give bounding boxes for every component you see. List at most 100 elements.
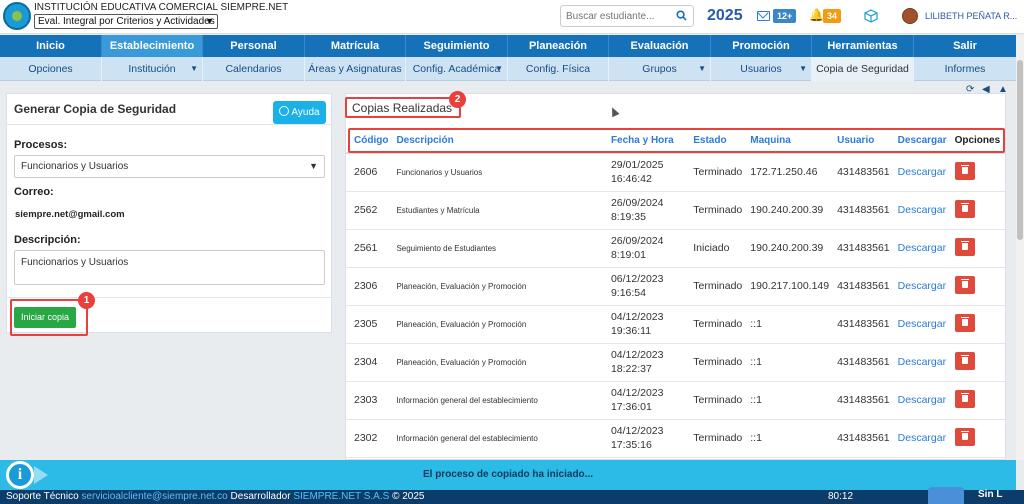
info-arrow-icon bbox=[34, 466, 48, 484]
nav-inicio[interactable]: Inicio bbox=[0, 35, 102, 57]
download-link[interactable]: Descargar bbox=[898, 356, 946, 368]
cell-fecha-hora: 04/12/2023 18:22:37 bbox=[602, 343, 686, 382]
user-avatar[interactable] bbox=[902, 8, 918, 24]
delete-button[interactable] bbox=[954, 313, 975, 332]
developer-label: Desarrollador bbox=[230, 491, 291, 502]
nav-promocion[interactable]: Promoción bbox=[711, 35, 812, 57]
nav-establecimiento[interactable]: Establecimiento bbox=[102, 35, 203, 57]
nav-herramientas[interactable]: Herramientas bbox=[812, 35, 914, 57]
delete-button[interactable] bbox=[954, 389, 975, 408]
subnav-label: Áreas y Asignaturas bbox=[308, 63, 402, 75]
subnav-calendarios[interactable]: Calendarios bbox=[203, 57, 305, 81]
student-search[interactable] bbox=[560, 5, 694, 27]
cell-maquina: 190.240.200.39 bbox=[742, 229, 830, 268]
subnav-copia-seguridad[interactable]: Copia de Seguridad bbox=[812, 57, 914, 81]
cell-descargar: Descargar bbox=[889, 305, 947, 344]
cell-codigo: 2562 bbox=[346, 191, 389, 230]
academic-year[interactable]: 2025 bbox=[707, 7, 743, 25]
notifications-badge[interactable]: 34 bbox=[823, 9, 842, 23]
nav-salir[interactable]: Salir bbox=[914, 35, 1016, 57]
help-button[interactable]: Ayuda bbox=[273, 101, 326, 124]
search-icon[interactable] bbox=[676, 10, 687, 21]
cell-estado: Terminado bbox=[685, 419, 743, 458]
delete-button[interactable] bbox=[954, 427, 975, 446]
evaluation-mode-value: Eval. Integral por Criterios y Actividad… bbox=[38, 16, 215, 27]
table-row: 2303 Información general del establecimie… bbox=[346, 381, 1005, 420]
download-link[interactable]: Descargar bbox=[898, 166, 946, 178]
subnav-grupos[interactable]: Grupos ▼ bbox=[609, 57, 711, 81]
table-row: 2606 Funcionarios y Usuarios 29/01/2025 16:… bbox=[346, 153, 1005, 192]
cell-hora: 8:19:35 bbox=[610, 211, 646, 223]
chat-widget[interactable] bbox=[928, 487, 964, 504]
divider bbox=[7, 297, 331, 298]
scrollbar-thumb[interactable] bbox=[1017, 60, 1023, 240]
copyright: © 2025 bbox=[392, 491, 425, 502]
cell-codigo: 2303 bbox=[346, 381, 389, 420]
nav-evaluacion[interactable]: Evaluación bbox=[609, 35, 711, 57]
cell-hora: 19:36:11 bbox=[610, 325, 652, 337]
cell-usuario: 431483561 bbox=[829, 267, 890, 306]
subnav-informes[interactable]: Informes bbox=[914, 57, 1016, 81]
delete-button[interactable] bbox=[954, 199, 975, 218]
cell-descripcion: Información general del establecimiento bbox=[388, 419, 603, 458]
evaluation-mode-select[interactable]: Eval. Integral por Criterios y Actividad… bbox=[34, 14, 218, 29]
cell-opciones bbox=[946, 153, 1005, 192]
nav-seguimiento[interactable]: Seguimiento bbox=[406, 35, 508, 57]
delete-button[interactable] bbox=[954, 275, 975, 294]
mail-icon[interactable] bbox=[757, 11, 770, 21]
download-link[interactable]: Descargar bbox=[898, 204, 946, 216]
developer-link[interactable]: SIEMPRE.NET S.A.S bbox=[293, 491, 389, 502]
nav-planeacion[interactable]: Planeación bbox=[508, 35, 609, 57]
globe-icon bbox=[279, 106, 290, 116]
messages-badge[interactable]: 12+ bbox=[773, 9, 797, 23]
delete-button[interactable] bbox=[954, 237, 975, 256]
delete-button[interactable] bbox=[954, 161, 975, 180]
subnav-config-academica[interactable]: Config. Académica ▼ bbox=[406, 57, 508, 81]
download-link[interactable]: Descargar bbox=[898, 394, 946, 406]
support-email-link[interactable]: servicioalcliente@siempre.net.co bbox=[81, 491, 227, 502]
subnav-institucion[interactable]: Institución ▼ bbox=[102, 57, 203, 81]
annotation-box-1 bbox=[10, 299, 88, 336]
cell-descripcion: Planeación, Evaluación y Promoción bbox=[388, 343, 603, 382]
cell-fecha: 06/12/2023 bbox=[610, 273, 664, 285]
download-link[interactable]: Descargar bbox=[898, 432, 946, 444]
subnav-usuarios[interactable]: Usuarios ▼ bbox=[711, 57, 812, 81]
cell-fecha: 26/09/2024 bbox=[610, 197, 664, 209]
session-timer: 80:12 bbox=[828, 491, 854, 502]
help-button-label: Ayuda bbox=[291, 107, 320, 118]
search-input[interactable] bbox=[561, 6, 671, 26]
nav-matricula[interactable]: Matrícula bbox=[305, 35, 406, 57]
subnav-areas-asignaturas[interactable]: Áreas y Asignaturas bbox=[305, 57, 406, 81]
cell-fecha: 04/12/2023 bbox=[610, 425, 664, 437]
correo-label: Correo: bbox=[14, 186, 54, 198]
user-name[interactable]: LILIBETH PEÑATA R... bbox=[925, 11, 1017, 21]
delete-button[interactable] bbox=[954, 351, 975, 370]
subnav-opciones[interactable]: Opciones bbox=[0, 57, 102, 81]
nav-personal[interactable]: Personal bbox=[203, 35, 305, 57]
procesos-label: Procesos: bbox=[14, 139, 68, 151]
cell-descargar: Descargar bbox=[889, 153, 947, 192]
download-link[interactable]: Descargar bbox=[898, 318, 946, 330]
cell-codigo: 2561 bbox=[346, 229, 389, 268]
cell-estado: Iniciado bbox=[685, 229, 743, 268]
cell-descargar: Descargar bbox=[889, 191, 947, 230]
cell-fecha: 04/12/2023 bbox=[610, 349, 664, 361]
cell-usuario: 431483561 bbox=[829, 381, 890, 420]
cell-maquina: 172.71.250.46 bbox=[742, 153, 830, 192]
cell-fecha-hora: 04/12/2023 17:36:01 bbox=[602, 381, 686, 420]
subnav-config-fisica[interactable]: Config. Física bbox=[508, 57, 609, 81]
cube-icon[interactable] bbox=[864, 9, 878, 23]
download-link[interactable]: Descargar bbox=[898, 280, 946, 292]
cell-hora: 18:22:37 bbox=[610, 363, 652, 375]
descripcion-field[interactable]: Funcionarios y Usuarios bbox=[14, 250, 325, 285]
table-row: 2302 Información general del establecimie… bbox=[346, 419, 1005, 458]
cell-codigo: 2302 bbox=[346, 419, 389, 458]
top-header: INSTITUCIÓN EDUCATIVA COMERCIAL SIEMPRE.… bbox=[0, 0, 1024, 34]
annotation-box-2 bbox=[345, 97, 461, 118]
cell-estado: Terminado bbox=[685, 267, 743, 306]
correo-value: siempre.net@gmail.com bbox=[15, 209, 125, 220]
bell-icon[interactable]: 🔔 bbox=[809, 9, 824, 21]
procesos-select[interactable]: Funcionarios y Usuarios ▼ bbox=[14, 155, 325, 178]
download-link[interactable]: Descargar bbox=[898, 242, 946, 254]
subnav-label: Config. Académica bbox=[412, 63, 501, 75]
